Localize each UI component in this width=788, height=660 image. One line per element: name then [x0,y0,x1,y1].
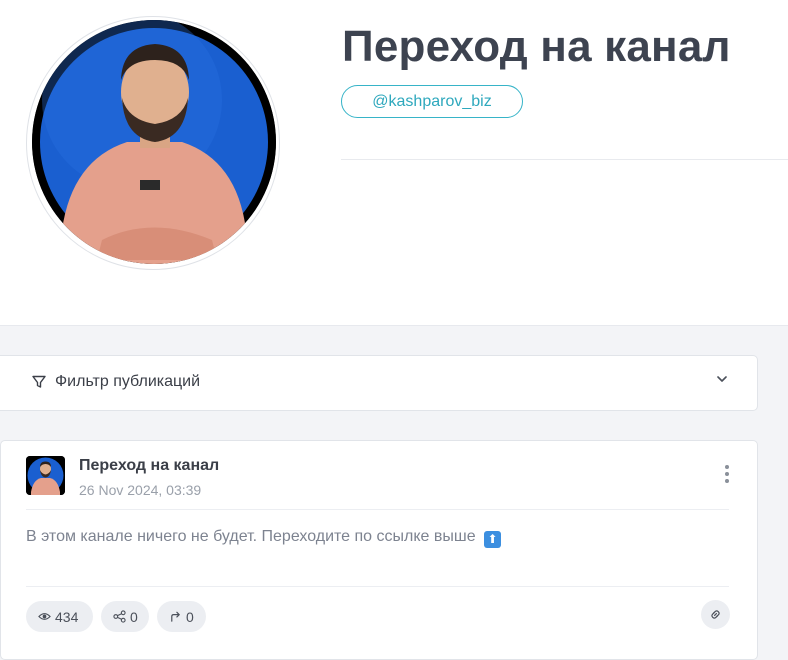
arrow-up-emoji-icon: ⬆ [484,531,502,548]
share-icon [113,610,126,623]
copy-link-button[interactable] [701,600,730,629]
chevron-down-icon [717,376,727,382]
post-header-divider [26,509,729,510]
username-link[interactable]: @kashparov_biz [341,85,523,118]
channel-avatar [32,20,276,264]
filter-label: Фильтр публикаций [55,373,201,390]
post-footer-divider [26,586,729,587]
publication-filter[interactable]: Фильтр публикаций [0,355,758,411]
shares-counter[interactable]: 0 [101,601,149,632]
forwards-count: 0 [186,608,194,625]
more-options-icon[interactable] [720,465,734,487]
views-count: 434 [55,608,79,625]
forward-icon [171,611,180,622]
post-text-content: В этом канале ничего не будет. Переходит… [26,528,476,545]
header-divider [341,159,788,160]
views-counter[interactable]: 434 [26,601,93,632]
channel-title: Переход на канал [342,22,731,71]
post-author-name[interactable]: Переход на канал [79,457,219,475]
forwards-counter[interactable]: 0 [157,601,206,632]
filter-icon [32,375,46,388]
post-text: В этом канале ничего не будет. Переходит… [26,528,502,548]
post-card: Переход на канал 26 Nov 2024, 03:39 В эт… [0,440,758,660]
post-date: 26 Nov 2024, 03:39 [79,482,202,498]
eye-icon [38,613,51,620]
shares-count: 0 [130,608,138,625]
channel-header: Переход на канал @kashparov_biz [0,0,788,326]
post-author-avatar [26,456,65,495]
link-icon [711,610,720,619]
